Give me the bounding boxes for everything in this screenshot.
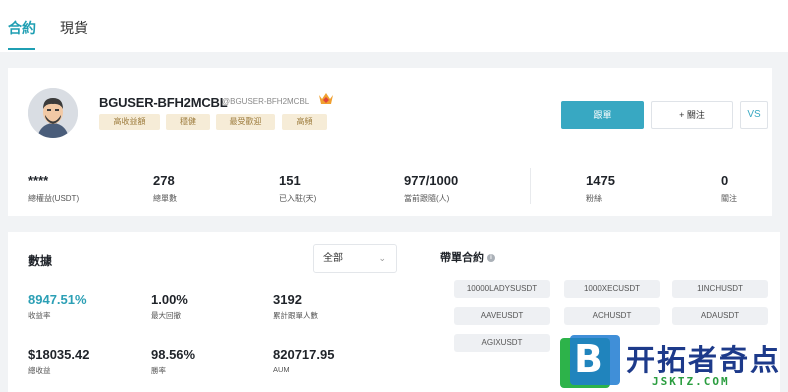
contract-chip[interactable]: 10000LADYSUSDT [454, 280, 550, 298]
info-icon[interactable]: i [487, 254, 495, 263]
metric-label: 收益率 [28, 311, 51, 320]
active-tab-underline [8, 48, 35, 50]
contract-chip[interactable]: AAVEUSDT [454, 307, 550, 325]
contracts-title: 帶單合約 i [440, 249, 495, 265]
compare-vs-button[interactable]: VS [740, 101, 768, 129]
stat-total-equity: **** 總權益(USDT) [28, 173, 79, 204]
tag-stable: 穩健 [166, 114, 210, 130]
contract-chip[interactable]: 1INCHUSDT [672, 280, 768, 298]
stat-label: 粉絲 [586, 194, 602, 203]
metric-value: $18035.42 [28, 347, 90, 362]
stat-divider [530, 168, 531, 204]
watermark-subtitle: JSKTZ.COM [652, 375, 730, 388]
stat-fans[interactable]: 1475 粉絲 [586, 173, 615, 204]
tag-high-return: 高收益額 [99, 114, 160, 130]
metric-value: 98.56% [151, 347, 196, 362]
crown-badge-icon [318, 92, 334, 111]
contract-chip[interactable]: ADAUSDT [672, 307, 768, 325]
contracts-title-text: 帶單合約 [440, 252, 484, 264]
metric-aum: 820717.95 AUM [273, 347, 334, 374]
metric-max-drawdown: 1.00% 最大回撤 [151, 292, 188, 321]
metric-value: 3192 [273, 292, 302, 307]
contract-chip[interactable]: ACHUSDT [564, 307, 660, 325]
metric-value: 8947.51% [28, 292, 87, 307]
tag-high-frequency: 高頻 [282, 114, 327, 130]
metric-label: 累計跟單人數 [273, 311, 318, 320]
metric-label: 總收益 [28, 366, 51, 375]
stat-label: 總單數 [153, 194, 177, 203]
stat-days-joined: 151 已入駐(天) [279, 173, 316, 204]
tab-spot[interactable]: 現貨 [60, 18, 88, 38]
period-filter-value: 全部 [323, 253, 343, 264]
stat-label: 關注 [721, 194, 737, 203]
watermark-title: 开拓者奇点 [626, 343, 782, 377]
trader-profile-card: BGUSER-BFH2MCBL @BGUSER-BFH2MCBL 高收益額 穩健… [8, 68, 772, 216]
stat-value: 278 [153, 173, 175, 188]
metric-label: 最大回撤 [151, 311, 181, 320]
avatar-illustration-icon [28, 88, 78, 138]
tab-bar: 合約 現貨 [0, 0, 788, 52]
tab-contract[interactable]: 合約 [8, 18, 36, 38]
metric-label: AUM [273, 365, 290, 374]
metric-total-profit: $18035.42 總收益 [28, 347, 89, 376]
chevron-down-icon: ⌄ [378, 253, 386, 263]
stat-label: 總權益(USDT) [28, 194, 80, 203]
period-filter-select[interactable]: 全部 ⌄ [313, 244, 397, 273]
metric-roi: 8947.51% 收益率 [28, 292, 87, 321]
watermark-letter: B [574, 337, 603, 381]
data-section-title: 數據 [28, 254, 53, 268]
tag-most-popular: 最受歡迎 [216, 114, 275, 130]
metric-total-copiers: 3192 累計跟單人數 [273, 292, 318, 321]
metric-label: 勝率 [151, 366, 166, 375]
contract-chip[interactable]: AGIXUSDT [454, 334, 550, 352]
stat-value: 1475 [586, 173, 615, 188]
stat-label: 當前跟隨(人) [404, 194, 450, 203]
trader-handle: @BGUSER-BFH2MCBL [222, 97, 310, 106]
stat-value: 977/1000 [404, 173, 459, 188]
avatar[interactable] [28, 88, 78, 138]
trader-username: BGUSER-BFH2MCBL [99, 95, 228, 110]
stat-total-orders: 278 總單數 [153, 173, 177, 204]
stat-value: 0 [721, 173, 729, 188]
contract-chip[interactable]: 1000XECUSDT [564, 280, 660, 298]
follow-button[interactable]: + 關注 [651, 101, 733, 129]
metric-win-rate: 98.56% 勝率 [151, 347, 195, 376]
metric-value: 1.00% [151, 292, 188, 307]
stat-value: **** [28, 173, 49, 188]
metric-value: 820717.95 [273, 347, 335, 362]
stat-label: 已入駐(天) [279, 194, 317, 203]
stat-value: 151 [279, 173, 301, 188]
stat-following[interactable]: 0 關注 [721, 173, 737, 204]
stat-current-followers: 977/1000 當前跟隨(人) [404, 173, 458, 204]
copy-trade-button[interactable]: 跟單 [561, 101, 644, 129]
watermark-logo: B 开拓者奇点 JSKTZ.COM [560, 335, 788, 392]
